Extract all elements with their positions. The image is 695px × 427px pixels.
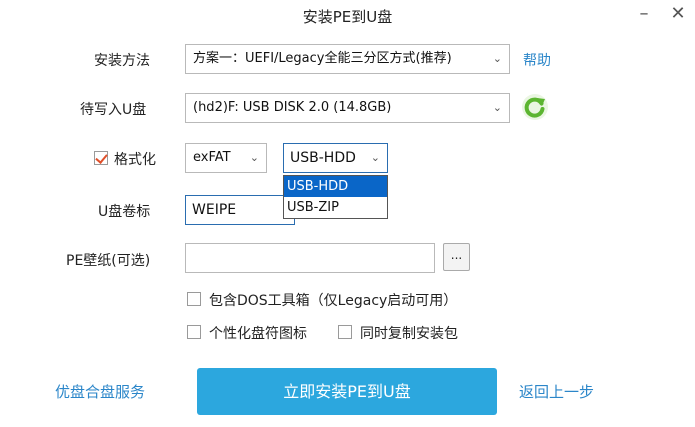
boot-mode-dropdown: USB-HDD USB-ZIP (283, 175, 388, 219)
browse-button[interactable]: ... (443, 243, 470, 271)
filesystem-value: exFAT (193, 150, 231, 165)
volume-input[interactable]: WEIPE (185, 195, 295, 225)
volume-label: U盘卷标 (98, 204, 151, 220)
filesystem-select[interactable]: exFAT ⌄ (185, 143, 267, 173)
minimize-icon: – (639, 3, 649, 24)
dos-toolbox-label: 包含DOS工具箱（仅Legacy启动可用） (209, 293, 458, 309)
install-method-value: 方案一：UEFI/Legacy全能三分区方式(推荐) (193, 51, 452, 66)
minimize-button[interactable]: – (632, 2, 656, 26)
close-icon: ✕ (670, 3, 686, 24)
copy-package-checkbox[interactable] (338, 325, 352, 339)
install-method-label: 安装方法 (94, 53, 150, 69)
install-method-select[interactable]: 方案一：UEFI/Legacy全能三分区方式(推荐) ⌄ (185, 44, 510, 74)
chevron-down-icon: ⌄ (492, 101, 502, 114)
custom-icon-label: 个性化盘符图标 (209, 326, 307, 342)
dropdown-option-usb-zip[interactable]: USB-ZIP (284, 197, 387, 218)
dos-toolbox-checkbox[interactable] (187, 292, 201, 306)
close-button[interactable]: ✕ (666, 2, 690, 26)
wallpaper-label: PE壁纸(可选) (66, 253, 151, 269)
target-disk-select[interactable]: (hd2)F: USB DISK 2.0 (14.8GB) ⌄ (185, 93, 510, 123)
target-disk-value: (hd2)F: USB DISK 2.0 (14.8GB) (193, 100, 392, 115)
format-label: 格式化 (114, 152, 156, 168)
chevron-down-icon: ⌄ (492, 52, 502, 65)
refresh-icon (522, 94, 548, 120)
help-link[interactable]: 帮助 (523, 50, 551, 70)
title-bar: 安装PE到U盘 – ✕ (0, 0, 695, 30)
custom-icon-checkbox[interactable] (187, 325, 201, 339)
chevron-down-icon: ⌄ (249, 151, 259, 164)
boot-mode-value: USB-HDD (290, 150, 356, 166)
back-link[interactable]: 返回上一步 (519, 381, 594, 402)
refresh-button[interactable] (521, 93, 549, 121)
copy-package-label: 同时复制安装包 (360, 326, 458, 342)
usb-service-link[interactable]: 优盘合盘服务 (55, 381, 145, 402)
install-pe-button[interactable]: 立即安装PE到U盘 (197, 368, 497, 415)
target-disk-label: 待写入U盘 (80, 102, 147, 118)
window-title: 安装PE到U盘 (302, 8, 393, 26)
dropdown-option-usb-hdd[interactable]: USB-HDD (284, 176, 387, 197)
chevron-down-icon: ⌄ (370, 151, 380, 164)
wallpaper-input[interactable] (185, 243, 435, 273)
boot-mode-select[interactable]: USB-HDD ⌄ (283, 143, 388, 173)
format-checkbox[interactable] (94, 151, 108, 165)
volume-value: WEIPE (192, 202, 237, 218)
